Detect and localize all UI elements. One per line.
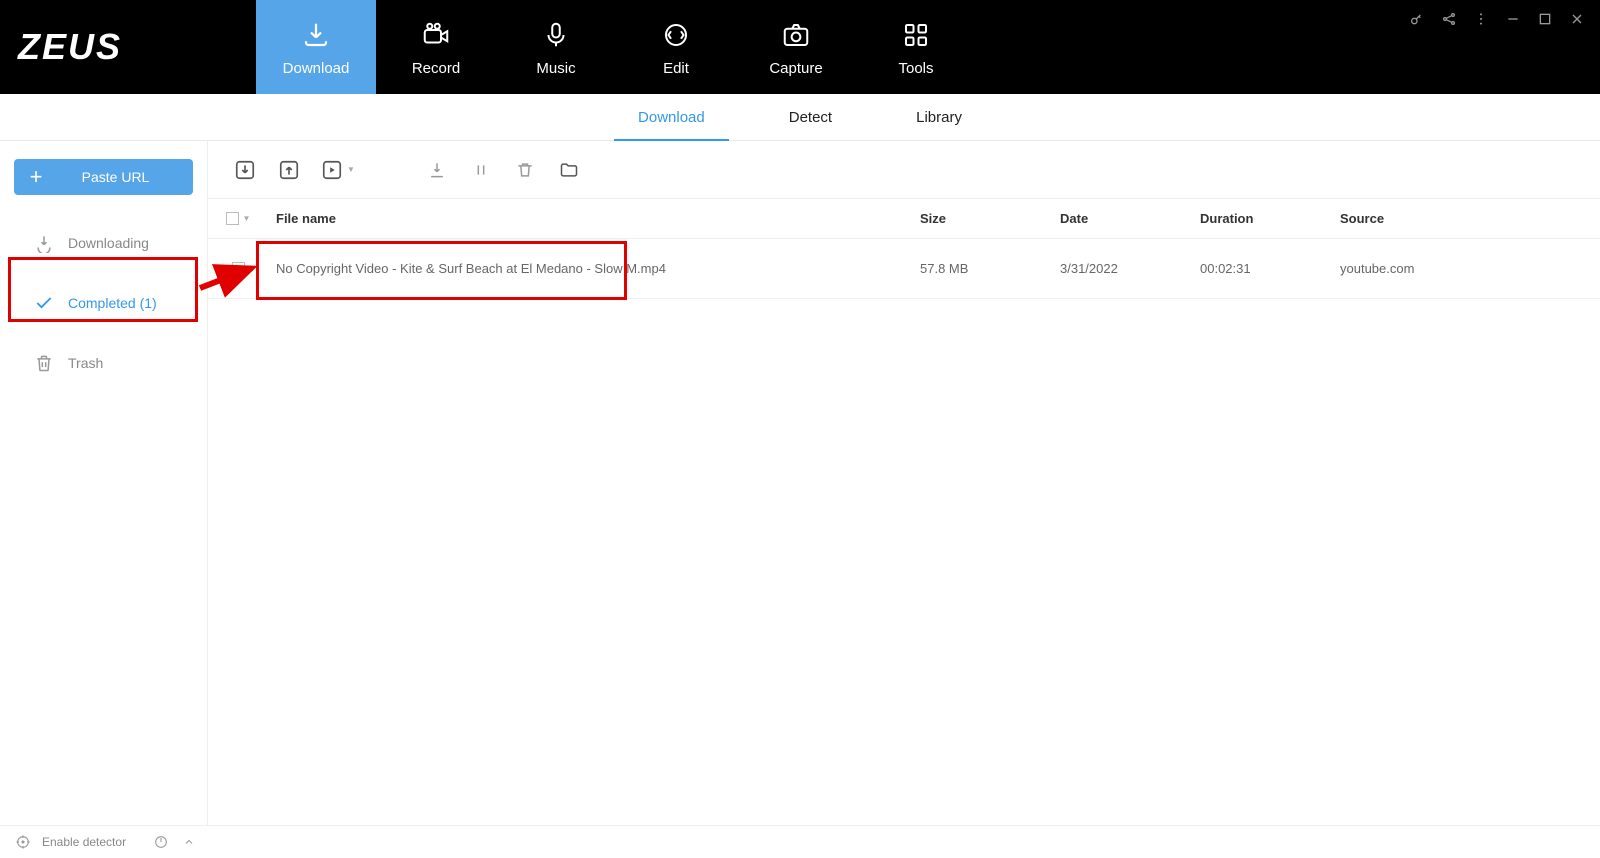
caret-down-icon: ▼: [243, 214, 251, 223]
toolbar: ▼: [208, 141, 1600, 199]
checkbox-icon: [232, 262, 245, 275]
tab-capture-label: Capture: [769, 60, 822, 77]
menu-icon[interactable]: [1472, 10, 1490, 28]
capture-icon: [779, 18, 813, 52]
checkbox-icon: [226, 212, 239, 225]
top-tabs: Download Record Music: [256, 0, 976, 94]
tab-music-label: Music: [536, 60, 575, 77]
tab-tools-label: Tools: [898, 60, 933, 77]
maximize-icon[interactable]: [1536, 10, 1554, 28]
close-icon[interactable]: [1568, 10, 1586, 28]
edit-icon: [659, 18, 693, 52]
tab-capture[interactable]: Capture: [736, 0, 856, 94]
tab-record-label: Record: [412, 60, 460, 77]
power-icon[interactable]: [152, 833, 170, 851]
row-checkbox[interactable]: [208, 262, 268, 275]
paste-url-button[interactable]: + Paste URL: [14, 159, 193, 195]
status-enable-detector[interactable]: Enable detector: [42, 835, 126, 849]
record-icon: [419, 18, 453, 52]
header-filename[interactable]: File name: [268, 211, 920, 226]
trash-icon: [34, 353, 54, 373]
header-duration[interactable]: Duration: [1200, 211, 1340, 226]
table-row[interactable]: No Copyright Video - Kite & Surf Beach a…: [208, 239, 1600, 299]
status-bar: Enable detector: [0, 825, 1600, 858]
tool-down-arrow-box-icon[interactable]: [228, 153, 262, 187]
download-icon: [299, 18, 333, 52]
cell-filename: No Copyright Video - Kite & Surf Beach a…: [268, 261, 920, 276]
window-controls: [1408, 10, 1586, 28]
tab-music[interactable]: Music: [496, 0, 616, 94]
cell-size: 57.8 MB: [920, 261, 1060, 276]
completed-icon: [34, 293, 54, 313]
dropdown-caret-icon: ▼: [347, 165, 355, 174]
tool-folder-icon[interactable]: [552, 153, 586, 187]
titlebar: ZEUS Download Record: [0, 0, 1600, 94]
sidebar: + Paste URL Downloading Completed (1) Tr…: [0, 141, 208, 825]
sidebar-completed-label: Completed (1): [68, 295, 157, 311]
share-icon[interactable]: [1440, 10, 1458, 28]
tool-delete-icon[interactable]: [508, 153, 542, 187]
sidebar-item-downloading[interactable]: Downloading: [0, 213, 207, 273]
header-date[interactable]: Date: [1060, 211, 1200, 226]
tab-download-label: Download: [283, 60, 350, 77]
sidebar-downloading-label: Downloading: [68, 235, 149, 251]
key-icon[interactable]: [1408, 10, 1426, 28]
sidebar-item-trash[interactable]: Trash: [0, 333, 207, 393]
tab-edit-label: Edit: [663, 60, 689, 77]
header-size[interactable]: Size: [920, 211, 1060, 226]
tool-download-icon[interactable]: [420, 153, 454, 187]
subtab-detect[interactable]: Detect: [765, 94, 856, 140]
plus-icon: +: [14, 164, 58, 190]
chevron-up-icon[interactable]: [180, 833, 198, 851]
sidebar-item-completed[interactable]: Completed (1): [0, 273, 207, 333]
paste-url-label: Paste URL: [58, 169, 193, 185]
tab-record[interactable]: Record: [376, 0, 496, 94]
downloading-icon: [34, 233, 54, 253]
tab-tools[interactable]: Tools: [856, 0, 976, 94]
tool-up-arrow-box-icon[interactable]: [272, 153, 306, 187]
subtab-library[interactable]: Library: [892, 94, 986, 140]
minimize-icon[interactable]: [1504, 10, 1522, 28]
sidebar-trash-label: Trash: [68, 355, 103, 371]
app-logo: ZEUS: [0, 0, 256, 94]
select-all[interactable]: ▼: [208, 212, 268, 225]
subtab-download[interactable]: Download: [614, 94, 729, 140]
tools-icon: [899, 18, 933, 52]
main-area: ▼ ▼ File name Size Date Dura: [208, 141, 1600, 825]
tab-edit[interactable]: Edit: [616, 0, 736, 94]
tool-convert-icon[interactable]: ▼: [316, 153, 360, 187]
tab-download[interactable]: Download: [256, 0, 376, 94]
cell-date: 3/31/2022: [1060, 261, 1200, 276]
detector-target-icon[interactable]: [14, 833, 32, 851]
sub-tabs: Download Detect Library: [0, 94, 1600, 141]
header-source[interactable]: Source: [1340, 211, 1600, 226]
tool-pause-icon[interactable]: [464, 153, 498, 187]
cell-duration: 00:02:31: [1200, 261, 1340, 276]
table-header: ▼ File name Size Date Duration Source: [208, 199, 1600, 239]
body-area: + Paste URL Downloading Completed (1) Tr…: [0, 141, 1600, 825]
cell-source: youtube.com: [1340, 261, 1600, 276]
music-icon: [539, 18, 573, 52]
